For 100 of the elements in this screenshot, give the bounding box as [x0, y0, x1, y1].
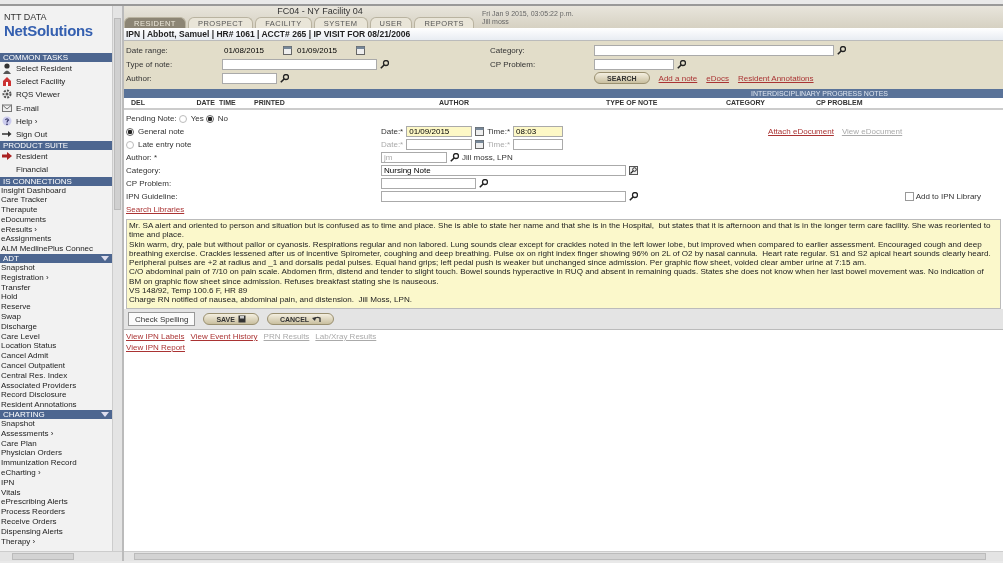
note-text-field[interactable]: Mr. SA alert and oriented to person and situation but is confused as to time and place. She is able to state her name and that she is in the Hospital, but states that it is afternoon and that is in the longer term care facility. She was reoriented to time and place. Skin warm, dry, pale but without pallor or cyanosis. Respirations regular and non labored. Lung sounds clear except for crackles noted in the left lower lobe, but improved when compared to earlier assessment. Encouraged cough and deep breathing exercise. Crackles lessened after us of incentive Spirometer, coughing and deep breathing. Pulse ox on right index finger showing 96% on 2L of O2 by nasal cannula. Heart rate regular. S1 and S2 apical heart sounds clearly heard. Peripheral pulses are +2 at radius and _1 and dorsalis pedal pulses. Equal hand grips; left pedal push is weaker but unchanged since admission. Per graphic flow sheet, voided clear amber urine at 7:15 am. C/O abdominal pain of 7/10 on pain scale. Abdomen firm, distend and tender to slight touch. Bowel sounds hyperactive in RUQ and absent in remaining quads. States she does not know when her last bowel movement was. No indication of BM on graphic flow sheet since admission. Refuses breakfast stating she is nauseous. VS 148/92, Temp 100.6 F, HR 89 Charge RN notified of nausea, abdominal pain, and distension. Jill Moss, LPN.: [126, 219, 1001, 309]
link[interactable]: Add a note: [658, 73, 698, 83]
brand-logo: NetSolutions: [4, 22, 94, 39]
radio-button[interactable]: [178, 114, 187, 123]
sidebar-item[interactable]: Reserve: [1, 302, 31, 313]
radio-label: General note: [138, 127, 185, 136]
sidebar-item[interactable]: Associated Providers: [1, 380, 77, 391]
link[interactable]: View Event History: [190, 332, 258, 341]
sidebar-item[interactable]: Immunization Record: [1, 458, 77, 468]
link[interactable]: Attach eDocument: [768, 127, 834, 136]
section-header[interactable]: IS CONNECTIONS: [0, 176, 112, 186]
checkbox[interactable]: [904, 192, 914, 201]
link[interactable]: View IPN Labels: [126, 332, 185, 341]
sidebar-item[interactable]: Therapute: [1, 205, 38, 215]
sidebar-item[interactable]: Help ›: [16, 114, 38, 128]
sidebar-item[interactable]: Therapy ›: [1, 536, 36, 547]
sidebar-item[interactable]: Transfer: [1, 282, 31, 293]
spelling-button[interactable]: Check Spelling: [128, 312, 196, 326]
sidebar-item[interactable]: Discharge: [1, 321, 37, 332]
scrollbar[interactable]: [0, 551, 122, 561]
sidebar-item[interactable]: Hold: [1, 292, 18, 303]
sidebar-item[interactable]: Snapshot: [1, 263, 35, 273]
sidebar-item[interactable]: Insight Dashboard: [1, 185, 66, 196]
scrollbar[interactable]: [124, 551, 1003, 561]
sidebar-item[interactable]: Swap: [1, 312, 21, 322]
sidebar-item[interactable]: Vitals: [1, 487, 21, 498]
save-icon: [237, 315, 246, 323]
sidebar-item[interactable]: Snapshot: [1, 419, 35, 429]
sidebar-item[interactable]: Select Resident: [16, 62, 73, 76]
section-header[interactable]: PRODUCT SUITE: [0, 141, 112, 151]
date-field[interactable]: 01/08/2015: [222, 44, 280, 56]
undo-icon: [312, 315, 322, 323]
field-label: Date range:: [126, 45, 169, 55]
section-header[interactable]: ADT: [0, 254, 112, 264]
search-icon: [280, 73, 289, 83]
link[interactable]: Search Libraries: [126, 205, 185, 214]
calendar-icon: [283, 45, 292, 55]
sidebar-item[interactable]: Record Disclosure: [1, 390, 67, 401]
category-field[interactable]: [594, 44, 834, 56]
sidebar-item[interactable]: eCharting ›: [1, 468, 41, 478]
sidebar-item[interactable]: ePrescribing Alerts: [1, 497, 68, 508]
field-label: CP Problem:: [126, 179, 172, 188]
lookup-icon: [629, 166, 638, 175]
field-label: IPN Guideline:: [126, 192, 178, 201]
link[interactable]: View IPN Report: [126, 343, 185, 352]
person-icon: [2, 63, 12, 75]
sidebar-item[interactable]: Select Facility: [16, 75, 66, 89]
sidebar-item[interactable]: Cancel Outpatient: [1, 361, 66, 371]
sidebar-item[interactable]: Central Res. Index: [1, 370, 68, 381]
collapse-icon: [101, 412, 109, 418]
category-field[interactable]: Nursing Note: [381, 165, 626, 176]
radio-label: Yes: [190, 114, 204, 123]
note-type-field[interactable]: [222, 58, 377, 70]
cp-problem-field[interactable]: [381, 178, 476, 189]
sidebar-item[interactable]: RQS Viewer: [16, 88, 60, 102]
search-icon: [450, 153, 459, 162]
sidebar-item[interactable]: E-mail: [16, 101, 39, 115]
sidebar-item[interactable]: Receive Orders: [1, 517, 57, 527]
date-field[interactable]: 01/09/2015: [406, 126, 473, 137]
author-field[interactable]: [222, 72, 277, 84]
sidebar-item[interactable]: Sign Out: [16, 128, 48, 142]
sidebar-item[interactable]: Process Reorders: [1, 507, 66, 517]
sidebar-item[interactable]: Financial: [16, 163, 48, 177]
sidebar-item[interactable]: Cancel Admit: [1, 351, 49, 362]
checkbox-label: Add to IPN Library: [915, 192, 981, 201]
link[interactable]: Resident Annotations: [737, 73, 814, 83]
sidebar-item[interactable]: ALM MedlinePlus Connec: [1, 244, 94, 255]
arrow-icon: [2, 151, 12, 163]
search-icon: [380, 59, 389, 69]
field-label: Date:*: [381, 127, 404, 136]
brand-caption: NTT DATA: [4, 12, 48, 22]
sidebar-item[interactable]: Assessments ›: [1, 428, 54, 439]
sidebar-item[interactable]: IPN: [1, 477, 15, 488]
date-field[interactable]: 01/09/2015: [295, 44, 353, 56]
section-header[interactable]: COMMON TASKS: [0, 53, 112, 62]
scrollbar[interactable]: [112, 6, 122, 551]
time-field[interactable]: 08:03: [513, 126, 564, 137]
sidebar-item[interactable]: eDocuments: [1, 214, 46, 225]
cp-problem-field[interactable]: [594, 58, 674, 70]
radio-button[interactable]: [126, 140, 134, 149]
sidebar-item[interactable]: Resident Annotations: [1, 400, 77, 411]
link[interactable]: eDocs: [706, 73, 729, 83]
sidebar-item[interactable]: Physician Orders: [1, 448, 62, 459]
sidebar-item[interactable]: Care Level: [1, 331, 40, 342]
author-name: Jill moss, LPN: [462, 153, 513, 162]
guideline-field[interactable]: [381, 191, 626, 202]
sidebar-item[interactable]: Care Tracker: [1, 195, 48, 206]
sidebar-item[interactable]: eAssignments: [1, 234, 52, 245]
sidebar-item[interactable]: Resident: [16, 150, 48, 164]
sidebar-item[interactable]: Care Plan: [1, 438, 37, 449]
field-label: Time:*: [487, 127, 511, 136]
radio-button[interactable]: [205, 114, 214, 123]
sidebar-item[interactable]: Registration ›: [1, 272, 49, 283]
sidebar-item[interactable]: eResults ›: [1, 224, 37, 235]
sidebar-item[interactable]: Location Status: [1, 341, 57, 352]
radio-button[interactable]: [126, 127, 134, 136]
calendar-icon: [356, 45, 365, 55]
sidebar-item[interactable]: Dispensing Alerts: [1, 526, 63, 537]
section-header[interactable]: CHARTING: [0, 410, 112, 420]
field-label: Category:: [490, 45, 526, 55]
